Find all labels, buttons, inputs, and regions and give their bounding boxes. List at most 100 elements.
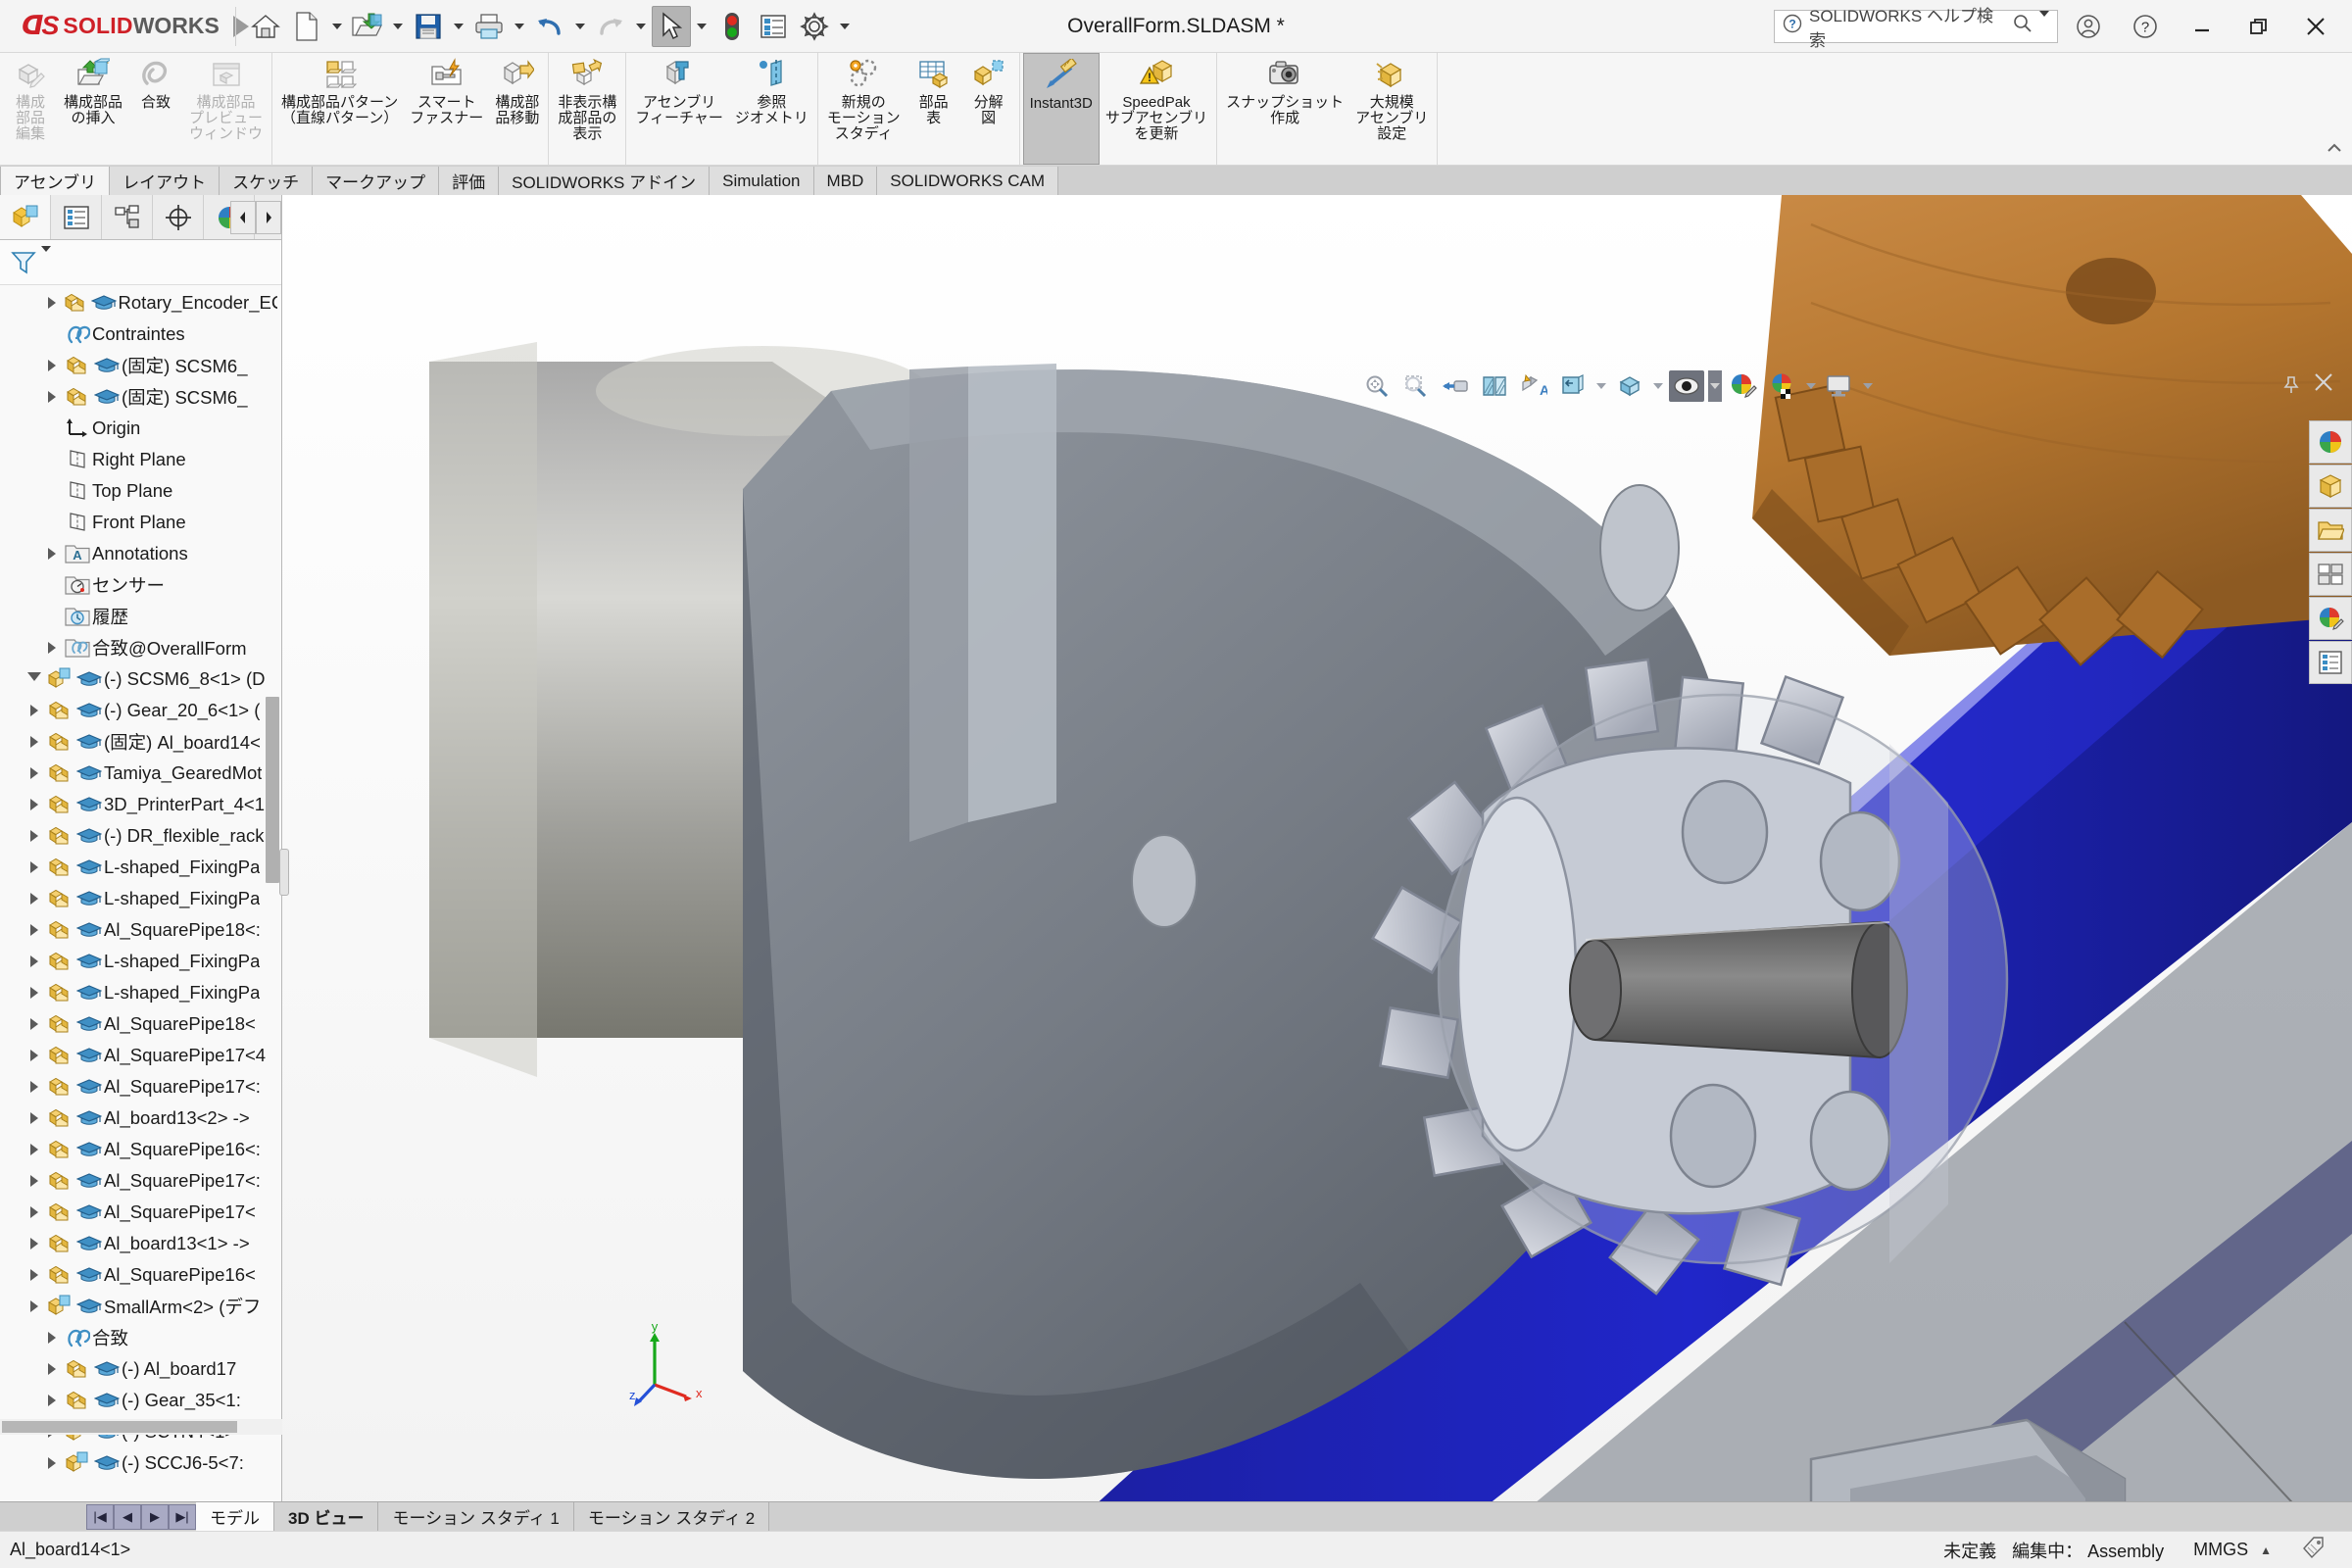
take-snapshot-button[interactable]: スナップショット 作成 [1220, 53, 1349, 165]
feature-tree-item[interactable]: Origin [0, 413, 281, 444]
new-document-dropdown-caret-icon[interactable] [328, 6, 346, 47]
account-icon[interactable] [2062, 4, 2115, 49]
help-icon[interactable]: ? [2119, 4, 2172, 49]
bottom-tab-motion-study-2[interactable]: モーション スタディ 2 [573, 1502, 770, 1531]
tree-expand-arrow-icon[interactable] [24, 705, 45, 716]
new-document-icon[interactable] [287, 6, 326, 47]
tab-evaluate[interactable]: 評価 [439, 167, 500, 195]
tree-expand-arrow-icon[interactable] [24, 830, 45, 842]
section-view-icon[interactable] [1477, 370, 1512, 402]
redo-dropdown-caret-icon[interactable] [632, 6, 650, 47]
tab-markup[interactable]: マークアップ [313, 167, 440, 195]
help-search-input[interactable]: SOLIDWORKS ヘルプ検索 [1809, 2, 2006, 51]
tree-expand-arrow-icon[interactable] [41, 548, 63, 560]
feature-tree-item[interactable]: Al_SquarePipe16<: [0, 1134, 281, 1165]
bill-of-materials-button[interactable]: 部品 表 [906, 53, 961, 165]
feature-tree-item[interactable]: 3D_PrinterPart_4<1 [0, 789, 281, 820]
undo-dropdown-caret-icon[interactable] [571, 6, 589, 47]
view-settings-icon[interactable] [1822, 370, 1857, 402]
feature-tree-item[interactable]: Front Plane [0, 507, 281, 538]
feature-tree-item[interactable]: Al_SquarePipe17<: [0, 1165, 281, 1197]
feature-tree-scrollbar-thumb[interactable] [266, 697, 279, 883]
tree-expand-arrow-icon[interactable] [24, 1206, 45, 1218]
feature-tree-item[interactable]: (固定) SCSM6_ [0, 350, 281, 381]
tab-mbd[interactable]: MBD [813, 167, 878, 195]
feature-tree-item[interactable]: Al_SquarePipe17<4 [0, 1040, 281, 1071]
feature-tree-item[interactable]: (-) Al_board17 [0, 1353, 281, 1385]
feature-tree-item[interactable]: Al_board13<2> -> [0, 1102, 281, 1134]
print-icon[interactable] [469, 6, 509, 47]
feature-tree-item[interactable]: L-shaped_FixingPa [0, 883, 281, 914]
fm-tab-configuration-manager[interactable] [102, 195, 153, 239]
feature-tree-item[interactable]: (固定) SCSM6_ [0, 381, 281, 413]
help-search-dropdown-caret-icon[interactable] [2039, 10, 2049, 36]
undo-icon[interactable] [530, 6, 569, 47]
feature-tree-item[interactable]: Al_board13<1> -> [0, 1228, 281, 1259]
feature-tree-item[interactable]: Rotary_Encoder_EC [0, 287, 281, 318]
tab-simulation[interactable]: Simulation [710, 167, 814, 195]
tree-expand-arrow-icon[interactable] [24, 1050, 45, 1061]
tab-solidworks-addins[interactable]: SOLIDWORKS アドイン [499, 167, 710, 195]
tab-nav-prev-button[interactable]: ◀ [114, 1503, 141, 1530]
filter-dropdown-caret-icon[interactable] [41, 245, 51, 273]
status-units-caret-icon[interactable]: ▲ [2260, 1544, 2272, 1557]
feature-tree-item[interactable]: L-shaped_FixingPa [0, 977, 281, 1008]
settings-dropdown-caret-icon[interactable] [836, 6, 854, 47]
print-dropdown-caret-icon[interactable] [511, 6, 528, 47]
tab-nav-first-button[interactable]: |◀ [86, 1503, 114, 1530]
apply-scene-caret-icon[interactable] [1804, 370, 1818, 402]
feature-tree-item[interactable]: Top Plane [0, 475, 281, 507]
tree-expand-arrow-icon[interactable] [24, 1018, 45, 1030]
tab-assembly[interactable]: アセンブリ [0, 167, 111, 195]
tab-nav-next-button[interactable]: ▶ [141, 1503, 169, 1530]
tab-layout[interactable]: レイアウト [110, 167, 220, 195]
close-button[interactable] [2289, 4, 2342, 49]
tree-expand-arrow-icon[interactable] [24, 1081, 45, 1093]
minimize-button[interactable] [2176, 4, 2229, 49]
feature-tree-item[interactable]: センサー [0, 569, 281, 601]
mate-button[interactable]: 合致 [128, 53, 183, 165]
tree-expand-arrow-icon[interactable] [41, 1363, 63, 1375]
design-library-icon[interactable] [2309, 465, 2352, 508]
tree-expand-arrow-icon[interactable] [41, 391, 63, 403]
fm-tabs-prev-button[interactable] [230, 201, 256, 234]
feature-tree-item[interactable]: Al_SquarePipe16< [0, 1259, 281, 1291]
tab-sketch[interactable]: スケッチ [220, 167, 314, 195]
feature-tree-item[interactable]: SmallArm<2> (デフ [0, 1291, 281, 1322]
hide-show-caret-icon[interactable] [1651, 370, 1665, 402]
smart-fasteners-button[interactable]: スマート ファスナー [404, 53, 489, 165]
zoom-to-area-icon[interactable] [1398, 370, 1434, 402]
save-icon[interactable] [409, 6, 448, 47]
feature-tree-item[interactable]: Al_SquarePipe18<: [0, 914, 281, 946]
tree-expand-arrow-icon[interactable] [24, 987, 45, 999]
view-palette-icon[interactable] [2309, 553, 2352, 596]
settings-gear-icon[interactable] [795, 6, 834, 47]
home-icon[interactable] [246, 6, 285, 47]
tab-solidworks-cam[interactable]: SOLIDWORKS CAM [877, 167, 1059, 195]
hide-show-items-icon[interactable] [1612, 370, 1647, 402]
tree-collapse-arrow-icon[interactable] [24, 671, 45, 687]
solidworks-resources-icon[interactable] [2309, 420, 2352, 464]
feature-tree-item[interactable]: 履歴 [0, 601, 281, 632]
open-folder-icon[interactable] [348, 6, 387, 47]
panel-resize-handle[interactable] [279, 848, 289, 896]
feature-tree-item[interactable]: Al_SquarePipe18< [0, 1008, 281, 1040]
instant3d-button[interactable]: Instant3D [1022, 53, 1100, 165]
feature-tree-item[interactable]: (-) SCCJ6-5<7: [0, 1447, 281, 1479]
edit-appearance-icon[interactable] [1726, 370, 1761, 402]
appearances-scenes-icon[interactable] [2309, 597, 2352, 640]
fm-tab-dimxpert[interactable] [153, 195, 204, 239]
eye-visibility-icon[interactable] [1669, 370, 1704, 402]
restore-button[interactable] [2232, 4, 2285, 49]
feature-tree-item[interactable]: L-shaped_FixingPa [0, 852, 281, 883]
reference-geometry-button[interactable]: 参照 ジオメトリ [729, 53, 814, 165]
tree-expand-arrow-icon[interactable] [24, 893, 45, 905]
exploded-view-button[interactable]: 分解 図 [961, 53, 1016, 165]
assembly-features-button[interactable]: アセンブリ フィーチャー [629, 53, 729, 165]
feature-tree-filter[interactable] [0, 240, 281, 285]
solidworks-logo[interactable]: ꓷS SOLID WORKS [0, 11, 249, 41]
feature-tree-item[interactable]: (-) Gear_35<1: [0, 1385, 281, 1416]
feature-tree[interactable]: Rotary_Encoder_EC Contraintes (固定) SCSM6_ (… [0, 285, 281, 1501]
tags-icon[interactable] [2301, 1535, 2327, 1565]
redo-icon[interactable] [591, 6, 630, 47]
